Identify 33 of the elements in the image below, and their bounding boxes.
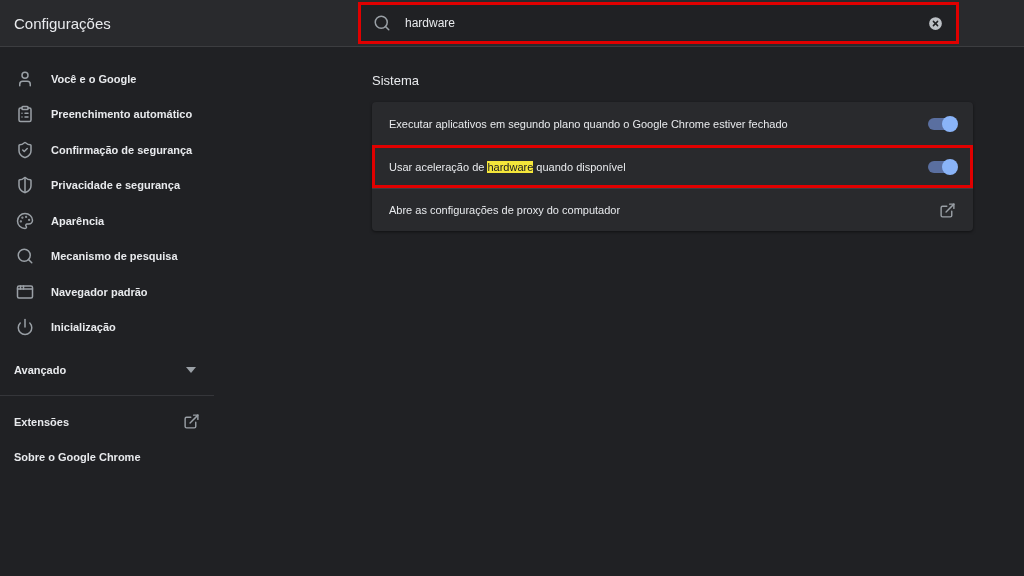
search-icon bbox=[16, 247, 34, 266]
sidebar-item[interactable]: Preenchimento automático bbox=[0, 96, 214, 132]
sidebar-item[interactable]: Privacidade e segurança bbox=[0, 167, 214, 203]
shield-icon bbox=[16, 176, 34, 195]
sidebar-item[interactable]: Você e o Google bbox=[0, 61, 214, 97]
person-icon bbox=[16, 69, 34, 88]
browser-window-icon bbox=[16, 282, 34, 301]
clear-icon[interactable] bbox=[927, 14, 944, 32]
sidebar-link[interactable]: Extensões bbox=[14, 415, 70, 428]
sidebar-item[interactable]: Aparência bbox=[0, 203, 214, 239]
advanced-label: Avançado bbox=[14, 364, 67, 376]
palette-icon bbox=[16, 211, 34, 230]
external-link-icon[interactable] bbox=[939, 201, 956, 219]
shield-check-icon bbox=[16, 140, 34, 159]
setting-label: Usar aceleração de hardware quando disponível bbox=[389, 161, 626, 173]
search-icon bbox=[373, 14, 391, 32]
toggle-switch[interactable] bbox=[928, 161, 956, 173]
sidebar-item[interactable]: Navegador padrão bbox=[0, 274, 214, 310]
toggle-switch[interactable] bbox=[928, 117, 956, 130]
setting-label: Abre as configurações de proxy do computador bbox=[389, 204, 621, 216]
search-bar[interactable]: hardware bbox=[358, 2, 959, 44]
sidebar-item[interactable]: Mecanismo de pesquisa bbox=[0, 238, 214, 274]
sidebar-link[interactable]: Sobre o Google Chrome bbox=[14, 451, 141, 464]
search-input[interactable]: hardware bbox=[405, 16, 913, 30]
sidebar-item[interactable]: Confirmação de segurança bbox=[0, 132, 214, 168]
page-title: Configurações bbox=[13, 14, 112, 32]
section-title: Sistema bbox=[372, 73, 420, 88]
advanced-section[interactable]: Avançado bbox=[0, 345, 214, 396]
sidebar-item[interactable]: Inicialização bbox=[0, 309, 214, 345]
external-link-icon[interactable] bbox=[183, 413, 200, 431]
power-icon bbox=[16, 318, 34, 337]
clipboard-icon bbox=[16, 105, 34, 124]
setting-label: Executar aplicativos em segundo plano quando o Google Chrome estiver fechado bbox=[389, 117, 788, 130]
